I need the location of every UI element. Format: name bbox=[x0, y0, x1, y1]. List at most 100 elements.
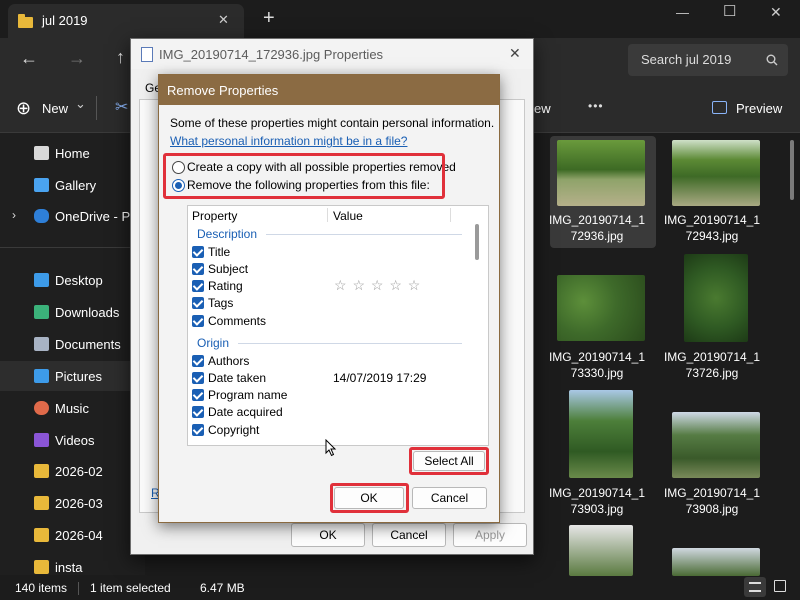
videos-icon bbox=[34, 433, 49, 447]
new-tab-button[interactable]: + bbox=[263, 7, 275, 30]
property-subject: Subject bbox=[208, 262, 249, 276]
navigation-pane: Home Gallery › OneDrive - Per Desktop Dow… bbox=[0, 133, 145, 575]
tiles-view-icon[interactable] bbox=[774, 580, 786, 592]
sidebar-item-2026-04[interactable]: 2026-04 bbox=[0, 520, 145, 550]
group-description: Description bbox=[197, 227, 258, 241]
checkbox-rating[interactable] bbox=[192, 280, 204, 292]
scrollbar-thumb[interactable] bbox=[790, 140, 794, 200]
checkbox-copyright[interactable] bbox=[192, 424, 204, 436]
ok-button[interactable]: OK bbox=[291, 523, 365, 547]
music-icon bbox=[34, 401, 49, 415]
cancel-button[interactable]: Cancel bbox=[412, 487, 487, 509]
sidebar-item-gallery[interactable]: Gallery bbox=[0, 170, 145, 200]
divider bbox=[266, 234, 462, 235]
sidebar-item-2026-02[interactable]: 2026-02 bbox=[0, 456, 145, 486]
more-options-icon[interactable]: ••• bbox=[588, 99, 604, 113]
property-date-taken: Date taken bbox=[208, 371, 267, 385]
column-header-property[interactable]: Property bbox=[192, 209, 237, 223]
personal-info-link[interactable]: What personal information might be in a … bbox=[170, 134, 407, 148]
sidebar-item-documents[interactable]: Documents bbox=[0, 329, 145, 359]
divider bbox=[450, 208, 451, 222]
date-taken-value: 14/07/2019 17:29 bbox=[333, 371, 427, 385]
checkbox-tags[interactable] bbox=[192, 297, 204, 309]
checkbox-comments[interactable] bbox=[192, 315, 204, 327]
column-header-value[interactable]: Value bbox=[333, 209, 363, 223]
details-view-button[interactable] bbox=[744, 577, 766, 597]
file-name: IMG_20190714_1 73726.jpg bbox=[663, 350, 761, 380]
divider bbox=[0, 247, 145, 248]
file-thumbnail bbox=[684, 254, 748, 342]
tab-title: jul 2019 bbox=[42, 13, 88, 28]
item-count: 140 items bbox=[15, 581, 68, 595]
file-thumbnail[interactable] bbox=[672, 548, 760, 576]
group-origin: Origin bbox=[197, 336, 230, 350]
file-name: IMG_20190714_1 73908.jpg bbox=[663, 486, 761, 516]
maximize-button[interactable]: ☐ bbox=[723, 2, 736, 20]
close-tab-icon[interactable]: ✕ bbox=[218, 12, 229, 28]
sidebar-item-2026-03[interactable]: 2026-03 bbox=[0, 488, 145, 518]
checkbox-date-taken[interactable] bbox=[192, 372, 204, 384]
close-window-button[interactable]: ✕ bbox=[770, 4, 782, 21]
property-authors: Authors bbox=[208, 354, 250, 368]
properties-title-bar: IMG_20190714_172936.jpg Properties ✕ bbox=[131, 39, 533, 69]
search-input[interactable]: Search jul 2019 bbox=[628, 44, 788, 76]
checkbox-title[interactable] bbox=[192, 246, 204, 258]
home-icon bbox=[34, 146, 49, 160]
property-copyright: Copyright bbox=[208, 423, 260, 437]
folder-icon bbox=[18, 14, 33, 28]
new-button[interactable]: New bbox=[42, 101, 68, 116]
dialog-title: Remove Properties bbox=[167, 83, 279, 98]
folder-icon bbox=[34, 464, 49, 478]
sidebar-item-downloads[interactable]: Downloads bbox=[0, 297, 145, 327]
file-thumbnail[interactable] bbox=[569, 525, 633, 576]
file-name: IMG_20190714_1 72936.jpg bbox=[548, 213, 646, 243]
sidebar-item-home[interactable]: Home bbox=[0, 138, 145, 168]
selection-size: 6.47 MB bbox=[200, 581, 245, 595]
status-bar: 140 items 1 item selected 6.47 MB bbox=[0, 576, 800, 600]
sidebar-item-onedrive[interactable]: › OneDrive - Per bbox=[0, 201, 145, 231]
close-icon[interactable]: ✕ bbox=[509, 45, 521, 62]
gallery-icon bbox=[34, 178, 49, 192]
sidebar-item-videos[interactable]: Videos bbox=[0, 425, 145, 455]
desktop-icon bbox=[34, 273, 49, 287]
divider bbox=[96, 96, 97, 120]
search-placeholder: Search jul 2019 bbox=[641, 52, 732, 67]
chevron-right-icon[interactable]: › bbox=[12, 208, 16, 222]
minimize-button[interactable]: — bbox=[676, 5, 689, 20]
sidebar-item-desktop[interactable]: Desktop bbox=[0, 265, 145, 295]
onedrive-icon bbox=[34, 209, 49, 223]
intro-text: Some of these properties might contain p… bbox=[170, 116, 495, 130]
file-thumbnail bbox=[569, 390, 633, 478]
preview-button[interactable]: Preview bbox=[736, 101, 782, 116]
sidebar-item-music[interactable]: Music bbox=[0, 393, 145, 423]
image-file-icon bbox=[141, 47, 153, 62]
selection-count: 1 item selected bbox=[90, 581, 171, 595]
tab-jul-2019[interactable]: jul 2019 ✕ bbox=[8, 4, 244, 38]
details-view-icon bbox=[749, 582, 761, 592]
apply-button[interactable]: Apply bbox=[453, 523, 527, 547]
file-name: IMG_20190714_1 73330.jpg bbox=[548, 350, 646, 380]
checkbox-authors[interactable] bbox=[192, 355, 204, 367]
cancel-button[interactable]: Cancel bbox=[372, 523, 446, 547]
divider bbox=[78, 582, 79, 595]
folder-icon bbox=[34, 528, 49, 542]
folder-icon bbox=[34, 496, 49, 510]
file-name: IMG_20190714_1 72943.jpg bbox=[663, 213, 761, 243]
property-program-name: Program name bbox=[208, 388, 288, 402]
highlight-ok bbox=[330, 483, 409, 513]
mouse-cursor-icon bbox=[325, 439, 337, 457]
forward-button[interactable]: → bbox=[68, 48, 86, 69]
property-list[interactable]: Property Value Description Title Subject… bbox=[187, 205, 489, 446]
property-date-acquired: Date acquired bbox=[208, 405, 283, 419]
up-button[interactable]: ↑ bbox=[116, 47, 125, 68]
back-button[interactable]: ← bbox=[20, 48, 38, 69]
cut-icon[interactable]: ✂ bbox=[115, 97, 128, 117]
view-button[interactable]: ew bbox=[534, 101, 551, 116]
file-thumbnail bbox=[672, 412, 760, 478]
property-rating: Rating bbox=[208, 279, 243, 293]
checkbox-program-name[interactable] bbox=[192, 389, 204, 401]
sidebar-item-pictures[interactable]: Pictures bbox=[0, 361, 145, 391]
checkbox-date-acquired[interactable] bbox=[192, 406, 204, 418]
list-scrollbar-thumb[interactable] bbox=[475, 224, 479, 260]
checkbox-subject[interactable] bbox=[192, 263, 204, 275]
